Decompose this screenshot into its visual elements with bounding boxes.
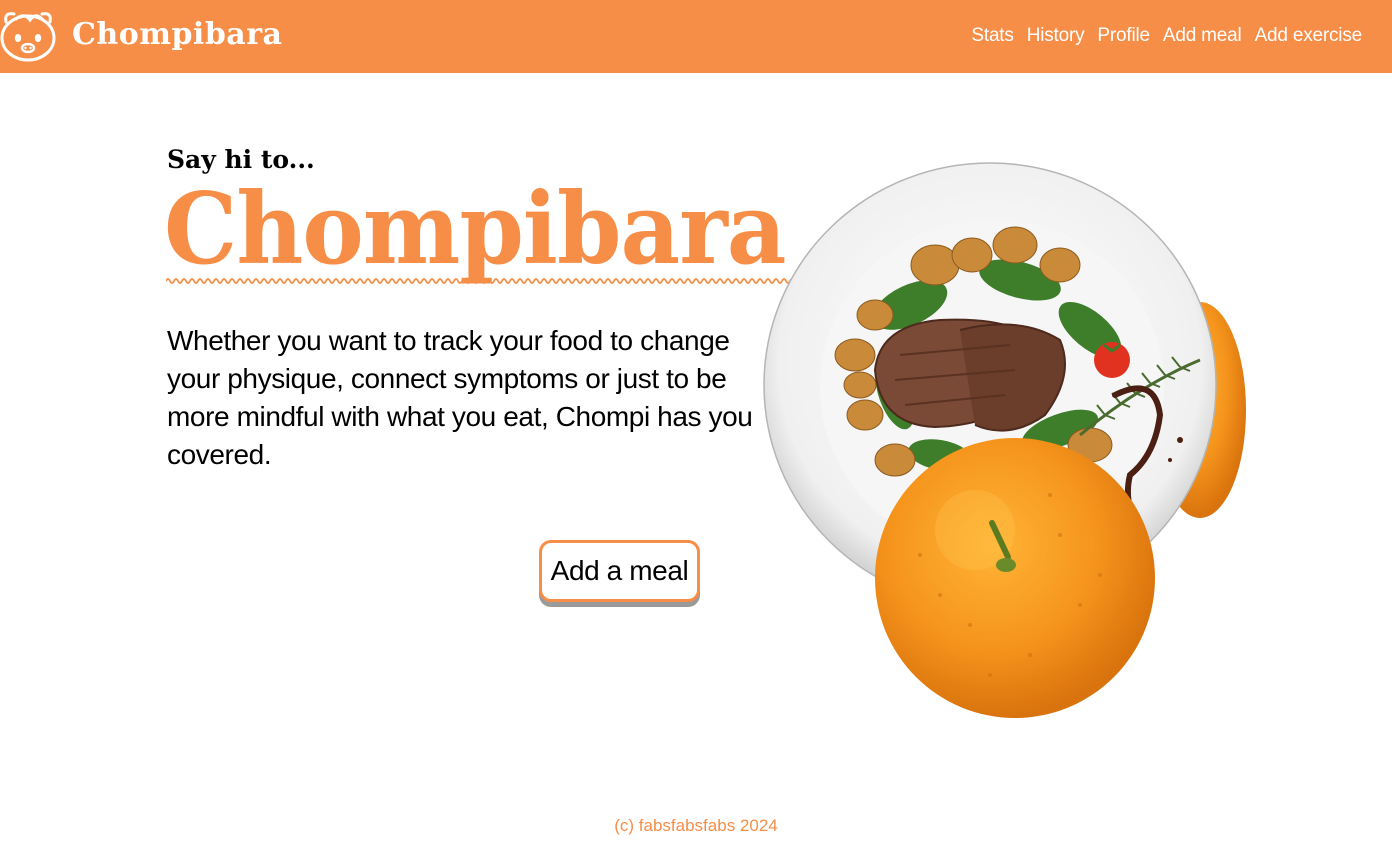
footer-copyright: (c) fabsfabsfabs 2024 xyxy=(614,816,778,835)
top-navbar: Chompibara Stats History Profile Add mea… xyxy=(0,0,1392,73)
hero-title: Chompibara xyxy=(164,172,786,287)
food-plate-and-orange-image xyxy=(763,162,1246,718)
main-nav: Stats History Profile Add meal Add exerc… xyxy=(971,22,1362,50)
nav-link-stats[interactable]: Stats xyxy=(971,22,1014,50)
brand-name[interactable]: Chompibara xyxy=(72,14,282,56)
nav-link-profile[interactable]: Profile xyxy=(1097,22,1150,50)
nav-link-add-exercise[interactable]: Add exercise xyxy=(1255,22,1363,50)
hero-tagline: Whether you want to track your food to c… xyxy=(167,325,753,470)
add-meal-button[interactable]: Add a meal xyxy=(539,540,700,602)
nav-link-add-meal[interactable]: Add meal xyxy=(1163,22,1242,50)
nav-link-history[interactable]: History xyxy=(1027,22,1085,50)
title-underline-squiggle xyxy=(166,278,816,284)
capybara-icon[interactable] xyxy=(0,8,58,62)
